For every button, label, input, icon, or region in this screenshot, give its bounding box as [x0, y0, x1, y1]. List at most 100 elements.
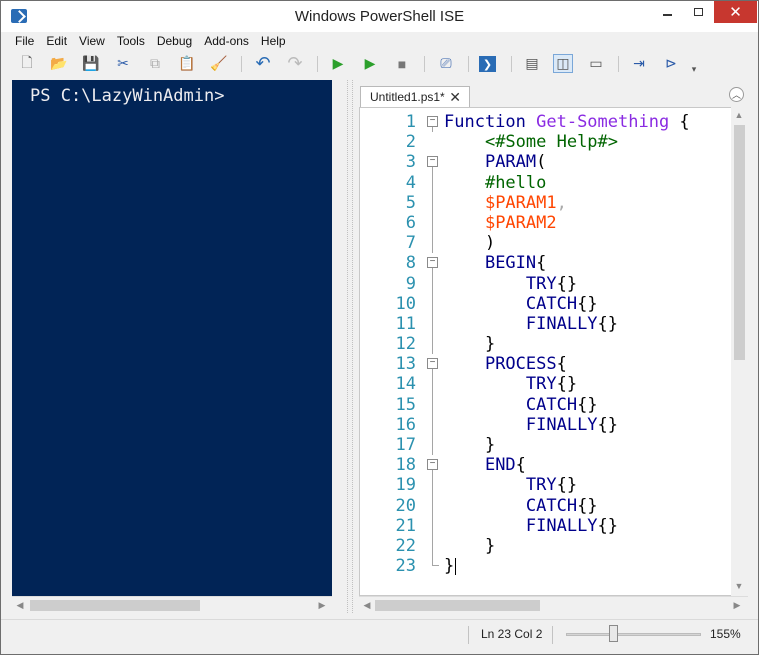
- status-separator: [552, 626, 553, 644]
- console-scroll-thumb[interactable]: [30, 600, 200, 611]
- minimize-button[interactable]: [652, 1, 683, 23]
- code-token: FINALLY: [525, 313, 598, 334]
- code-line: END{: [444, 455, 731, 475]
- paste-button[interactable]: 📋: [177, 54, 197, 73]
- code-token: {}: [597, 515, 619, 536]
- text-caret: [455, 557, 457, 575]
- scroll-left-icon[interactable]: ◀: [14, 599, 26, 611]
- scroll-up-icon[interactable]: ▲: [733, 109, 745, 121]
- code-line: CATCH{}: [444, 395, 731, 415]
- toolbar-separator: [241, 56, 242, 72]
- fold-row: [426, 535, 440, 557]
- show-commands-button[interactable]: ⊳: [661, 54, 681, 73]
- maximize-button[interactable]: [683, 1, 714, 23]
- scroll-right-icon[interactable]: ▶: [316, 599, 328, 611]
- editor-horizontal-scrollbar[interactable]: ◀ ▶: [359, 596, 748, 613]
- copy-button[interactable]: ⧉: [145, 54, 165, 73]
- toolbar-separator: [511, 56, 512, 72]
- code-token: {}: [556, 273, 578, 294]
- editor-vertical-scrollbar[interactable]: ▲ ▼: [731, 107, 748, 596]
- zoom-slider-thumb[interactable]: [609, 625, 618, 642]
- window-title: Windows PowerShell ISE: [294, 8, 465, 25]
- console-pane[interactable]: PS C:\LazyWinAdmin>: [12, 80, 332, 596]
- code-line: $PARAM1,: [444, 193, 731, 213]
- scroll-left-icon[interactable]: ◀: [361, 599, 373, 611]
- show-script-pane-button[interactable]: ⇥: [629, 54, 649, 73]
- cut-button[interactable]: ✂: [113, 54, 133, 73]
- fold-row: −: [426, 253, 440, 274]
- menu-tools[interactable]: Tools: [111, 32, 151, 50]
- line-number: 15: [395, 394, 416, 415]
- show-script-pane-maximized-button[interactable]: ▭: [586, 54, 606, 73]
- code-line: CATCH{}: [444, 294, 731, 314]
- fold-row: [426, 132, 440, 152]
- fold-row: [426, 313, 440, 335]
- line-number-gutter: 1 2 3 4 5 6 7 8 9 10 11 12 13 14 15 16 17 18 19 20 21 22 23: [360, 112, 416, 576]
- start-powershell-button[interactable]: ❯: [479, 56, 496, 72]
- copy-icon: ⧉: [150, 55, 160, 71]
- line-number: 8: [405, 253, 416, 274]
- fold-row: [426, 495, 440, 516]
- paste-icon: 📋: [178, 55, 196, 71]
- show-script-pane-right-button[interactable]: ◫: [553, 54, 573, 73]
- editor-vscroll-thumb[interactable]: [734, 125, 745, 360]
- toolbar-overflow-button[interactable]: ▾: [689, 60, 699, 79]
- save-button[interactable]: 💾: [81, 54, 101, 73]
- close-window-button[interactable]: ✕: [714, 1, 757, 23]
- code-line: FINALLY{}: [444, 314, 731, 334]
- menu-help[interactable]: Help: [255, 32, 292, 50]
- clear-console-button[interactable]: 🧹: [209, 54, 229, 73]
- collapse-script-pane-button[interactable]: ︿: [729, 87, 744, 102]
- zoom-slider[interactable]: [566, 633, 701, 636]
- pane-splitter[interactable]: [332, 80, 358, 613]
- code-token: PROCESS: [484, 354, 557, 375]
- collapse-region-icon[interactable]: −: [427, 459, 438, 471]
- scroll-down-icon[interactable]: ▼: [733, 580, 745, 592]
- console-prompt: PS C:\LazyWinAdmin>: [30, 86, 225, 106]
- new-remote-tab-button[interactable]: ⎚: [436, 54, 456, 73]
- close-tab-icon[interactable]: ✕: [449, 87, 461, 107]
- new-icon: 🗋: [21, 53, 33, 70]
- fold-row: −: [426, 455, 440, 476]
- menu-add-ons[interactable]: Add-ons: [198, 32, 255, 50]
- scroll-right-icon[interactable]: ▶: [731, 599, 743, 611]
- fold-row: −: [426, 354, 440, 375]
- code-area[interactable]: Function Get-Something { <#Some Help#> P…: [444, 112, 731, 576]
- tab-untitled1[interactable]: Untitled1.ps1* ✕: [360, 86, 470, 107]
- show-script-pane-top-button[interactable]: ▤: [522, 54, 542, 73]
- line-number: 19: [395, 475, 416, 496]
- code-token: #hello: [484, 172, 547, 193]
- menu-bar: File Edit View Tools Debug Add-ons Help: [1, 32, 758, 50]
- code-token: $PARAM1: [484, 192, 557, 213]
- collapse-region-icon[interactable]: −: [427, 257, 438, 269]
- editor-hscroll-thumb[interactable]: [375, 600, 540, 611]
- code-line: TRY{}: [444, 374, 731, 394]
- script-editor[interactable]: 1 2 3 4 5 6 7 8 9 10 11 12 13 14 15 16 17 18 19 20 21 22 23 − −…: [359, 107, 748, 596]
- menu-file[interactable]: File: [9, 32, 40, 50]
- line-number: 2: [405, 132, 416, 153]
- menu-debug[interactable]: Debug: [151, 32, 198, 50]
- toolbar: 🗋 📂 💾 ✂ ⧉ 📋 🧹 ↶ ↷ ▶ ▶ ■ ⎚ ❯ ▤ ◫ ▭ ⇥ ⊳ ▾: [1, 50, 758, 77]
- code-token: (: [536, 152, 547, 173]
- run-selection-button[interactable]: ▶: [360, 54, 380, 73]
- redo-button[interactable]: ↷: [285, 53, 305, 73]
- console-horizontal-scrollbar[interactable]: ◀ ▶: [12, 596, 332, 613]
- open-button[interactable]: 📂: [49, 54, 69, 73]
- line-number: 18: [395, 455, 416, 476]
- new-script-button[interactable]: 🗋: [17, 54, 37, 73]
- code-line: PROCESS{: [444, 354, 731, 374]
- code-token: Function: [444, 112, 537, 132]
- collapse-region-icon[interactable]: −: [427, 116, 438, 127]
- menu-edit[interactable]: Edit: [40, 32, 73, 50]
- run-script-button[interactable]: ▶: [328, 54, 348, 73]
- menu-view[interactable]: View: [73, 32, 111, 50]
- undo-button[interactable]: ↶: [253, 53, 273, 73]
- collapse-region-icon[interactable]: −: [427, 358, 438, 370]
- stop-button[interactable]: ■: [392, 54, 412, 73]
- code-token: CATCH: [525, 293, 578, 314]
- code-line: FINALLY{}: [444, 415, 731, 435]
- collapse-region-icon[interactable]: −: [427, 156, 438, 168]
